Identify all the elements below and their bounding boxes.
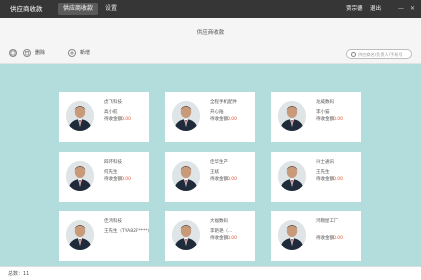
avatar [278, 101, 306, 131]
search-icon [351, 51, 356, 57]
supplier-name: 全程手机配件 [210, 100, 237, 105]
amount-value: 0.00 [333, 177, 344, 182]
app-title: 供应商收款 [10, 5, 43, 13]
search-input[interactable]: 供应商名/负责人/手机号 [346, 49, 412, 59]
contact-name: 何先生 [104, 170, 118, 175]
select-all-icon[interactable] [9, 49, 17, 57]
minimize-icon[interactable]: — [398, 4, 404, 13]
supplier-card[interactable]: 鸿锦屋工厂 待收金额： 0.00 [271, 211, 361, 261]
supplier-name: 虎飞科技 [104, 100, 122, 105]
supplier-name: 鸿锦屋工厂 [316, 219, 339, 224]
avatar [278, 161, 306, 191]
supplier-card[interactable]: 全程手机配件 开心陆 待收金额： 0.00 [165, 92, 255, 142]
close-icon[interactable]: ✕ [410, 4, 415, 13]
supplier-card[interactable]: 兴士通讯 王先生 待收金额： 0.00 [271, 152, 361, 202]
contact-name: 王先生 [316, 170, 330, 175]
amount-value: 0.00 [227, 117, 238, 122]
avatar [66, 161, 94, 191]
amount-value: 0.00 [333, 236, 344, 241]
user-name[interactable]: 贾宗德 [346, 4, 363, 14]
supplier-name: 兴士通讯 [316, 160, 334, 165]
supplier-card[interactable]: 虎飞科技 高小航 待收金额： 0.00 [59, 92, 149, 142]
avatar [172, 220, 200, 250]
toolbar: 删除 新增 供应商名/负责人/手机号 [0, 44, 421, 64]
avatar [278, 220, 306, 250]
add-button[interactable]: 新增 [80, 50, 90, 57]
tab-settings[interactable]: 设置 [100, 3, 122, 15]
page-title-bar: 供应商收款 [0, 18, 421, 44]
supplier-card[interactable]: 四环科技 何先生 待收金额： 0.00 [59, 152, 149, 202]
page-title: 供应商收款 [196, 30, 225, 36]
contact-name: 李小猫 [316, 110, 330, 115]
avatar [172, 101, 200, 131]
delete-icon[interactable] [23, 49, 31, 57]
add-icon[interactable] [68, 49, 76, 57]
logout-link[interactable]: 退出 [370, 4, 381, 14]
contact-name: 王先生（TYA82F****） [104, 229, 153, 234]
contact-name: 李艳艳（... [210, 229, 233, 234]
supplier-name: 大福数码 [210, 219, 228, 224]
supplier-card[interactable]: 大福数码 李艳艳（... 待收金额： 0.00 [165, 211, 255, 261]
tab-supplier-receipt[interactable]: 供应商收款 [58, 3, 99, 15]
amount-value: 0.00 [333, 117, 344, 122]
top-nav-bar: 供应商收款 供应商收款 设置 贾宗德 退出 — ✕ [0, 0, 421, 18]
avatar [66, 220, 94, 250]
contact-name: 开心陆 [210, 110, 224, 115]
avatar [172, 161, 200, 191]
avatar [66, 101, 94, 131]
amount-value: 0.00 [121, 117, 132, 122]
supplier-card[interactable]: 佳鸿科技 王先生（TYA82F****） [59, 211, 153, 261]
supplier-name: 四环科技 [104, 160, 122, 165]
search-placeholder: 供应商名/负责人/手机号 [358, 52, 403, 57]
supplier-grid: 虎飞科技 高小航 待收金额： 0.00 全程手机配件 开心陆 待收金额： 0.0… [0, 64, 421, 266]
supplier-card[interactable]: 佳华生产 王斌 待收金额： 0.00 [165, 152, 255, 202]
total-count: 总数：11 [8, 271, 30, 277]
amount-value: 0.00 [121, 177, 132, 182]
status-bar: 总数：11 [0, 266, 421, 280]
contact-name: 王斌 [210, 170, 219, 175]
contact-name: 高小航 [104, 110, 118, 115]
supplier-card[interactable]: 龙威数码 李小猫 待收金额： 0.00 [271, 92, 361, 142]
supplier-name: 龙威数码 [316, 100, 334, 105]
delete-button[interactable]: 删除 [35, 50, 45, 57]
amount-value: 0.00 [227, 177, 238, 182]
supplier-name: 佳鸿科技 [104, 219, 122, 224]
amount-value: 0.00 [227, 236, 238, 241]
supplier-name: 佳华生产 [210, 160, 228, 165]
